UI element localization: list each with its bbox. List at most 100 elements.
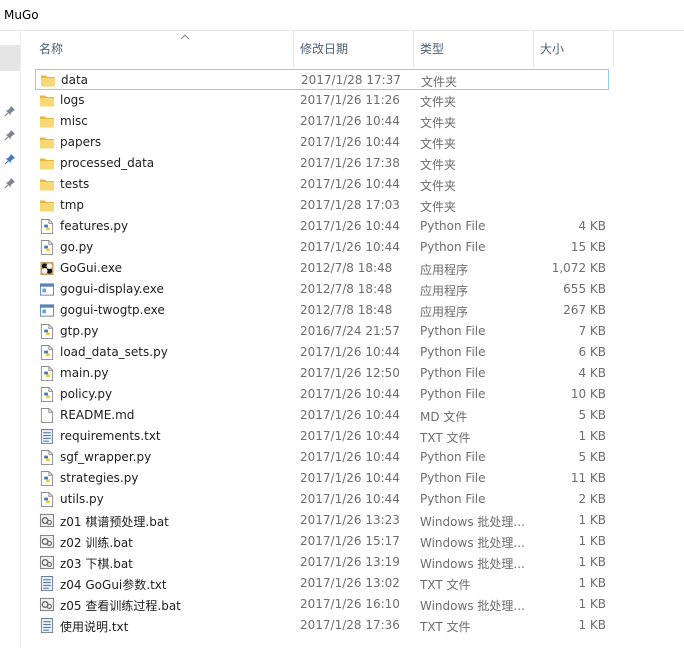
file-name: tests [60,177,90,191]
file-type: Python File [420,219,486,233]
file-row[interactable]: load_data_sets.py 2017/1/26 10:44 Python F… [35,342,609,363]
file-size: 1 KB [578,597,606,611]
file-name: logs [60,93,85,107]
column-header-type[interactable]: 类型 [414,31,534,67]
file-size: 1 KB [578,555,606,569]
file-date: 2017/1/26 10:44 [300,135,400,149]
gogui-app-icon [39,261,55,276]
file-type: Python File [420,387,486,401]
python-file-icon [39,240,55,255]
file-date: 2012/7/8 18:48 [300,303,393,317]
file-name: data [61,73,89,87]
column-header-name[interactable]: 名称 [33,31,294,67]
file-name: load_data_sets.py [60,345,168,359]
column-header-date[interactable]: 修改日期 [294,31,414,67]
file-date: 2017/1/26 10:44 [300,219,400,233]
pin-icon[interactable] [4,105,16,117]
python-file-icon [39,366,55,381]
nav-selected-item[interactable] [0,45,20,71]
pin-icon[interactable] [4,129,16,141]
file-row[interactable]: data 2017/1/28 17:37 文件夹 [35,69,609,90]
file-date: 2012/7/8 18:48 [300,261,393,275]
column-header-row: 名称 修改日期 类型 大小 [21,31,684,67]
file-name: main.py [60,366,109,380]
file-size: 11 KB [570,471,606,485]
file-size: 1 KB [578,534,606,548]
python-file-icon [39,219,55,234]
file-type: Windows 批处理... [420,536,525,550]
file-name: misc [60,114,88,128]
file-row[interactable]: 使用说明.txt 2017/1/28 17:36 TXT 文件 1 KB [35,615,609,636]
file-row[interactable]: go.py 2017/1/26 10:44 Python File 15 KB [35,237,609,258]
file-date: 2017/1/26 10:44 [300,240,400,254]
file-row[interactable]: processed_data 2017/1/26 17:38 文件夹 [35,153,609,174]
file-type: Windows 批处理... [420,599,525,613]
file-row[interactable]: papers 2017/1/26 10:44 文件夹 [35,132,609,153]
file-date: 2017/1/26 10:44 [300,408,400,422]
file-row[interactable]: z03 下棋.bat 2017/1/26 13:19 Windows 批处理... 1… [35,552,609,573]
batch-file-icon [39,555,55,570]
file-date: 2017/1/28 17:37 [301,73,401,87]
file-type: TXT 文件 [420,431,471,445]
file-size: 4 KB [578,366,606,380]
file-date: 2017/1/26 10:44 [300,492,400,506]
file-type: Python File [420,366,486,380]
file-row[interactable]: policy.py 2017/1/26 10:44 Python File 10 KB [35,384,609,405]
file-date: 2017/1/26 17:38 [300,156,400,170]
file-date: 2017/1/26 10:44 [300,429,400,443]
python-file-icon [39,345,55,360]
file-row[interactable]: main.py 2017/1/26 12:50 Python File 4 KB [35,363,609,384]
file-row[interactable]: z01 棋谱预处理.bat 2017/1/26 13:23 Windows 批处理.… [35,510,609,531]
pin-icon[interactable] [4,177,16,189]
batch-file-icon [39,534,55,549]
file-name: features.py [60,219,129,233]
file-row[interactable]: GoGui.exe 2012/7/8 18:48 应用程序 1,072 KB [35,258,609,279]
navigation-pane[interactable] [0,31,21,648]
file-row[interactable]: z05 查看训练过程.bat 2017/1/26 16:10 Windows 批处理… [35,594,609,615]
file-size: 1 KB [578,576,606,590]
file-type: 文件夹 [421,75,458,89]
python-file-icon [39,387,55,402]
file-date: 2017/1/26 10:44 [300,114,400,128]
file-date: 2017/1/26 13:23 [300,513,400,527]
file-row[interactable]: gogui-display.exe 2012/7/8 18:48 应用程序 655 K… [35,279,609,300]
file-type: TXT 文件 [420,620,471,634]
file-date: 2017/1/26 10:44 [300,177,400,191]
file-type: 文件夹 [420,116,457,130]
file-row[interactable]: utils.py 2017/1/26 10:44 Python File 2 KB [35,489,609,510]
file-size: 1 KB [578,513,606,527]
file-date: 2017/1/26 10:44 [300,450,400,464]
file-row[interactable]: strategies.py 2017/1/26 10:44 Python File 1… [35,468,609,489]
file-type: Windows 批处理... [420,515,525,529]
folder-icon [39,177,55,191]
file-row[interactable]: logs 2017/1/26 11:26 文件夹 [35,90,609,111]
file-name: tmp [60,198,85,212]
file-type: Python File [420,324,486,338]
column-header-size[interactable]: 大小 [534,31,614,67]
file-size: 5 KB [578,450,606,464]
folder-icon [40,73,56,87]
pin-icon[interactable] [4,153,16,165]
file-row[interactable]: gtp.py 2016/7/24 21:57 Python File 7 KB [35,321,609,342]
file-type: Python File [420,492,486,506]
exe-window-icon [39,303,55,317]
file-row[interactable]: z02 训练.bat 2017/1/26 15:17 Windows 批处理... 1… [35,531,609,552]
file-row[interactable]: misc 2017/1/26 10:44 文件夹 [35,111,609,132]
file-date: 2017/1/26 10:44 [300,345,400,359]
file-row[interactable]: requirements.txt 2017/1/26 10:44 TXT 文件 1 K… [35,426,609,447]
file-type: 应用程序 [420,305,469,319]
text-file-icon [39,618,55,633]
file-row[interactable]: README.md 2017/1/26 10:44 MD 文件 5 KB [35,405,609,426]
file-size: 4 KB [578,219,606,233]
batch-file-icon [39,597,55,612]
file-row[interactable]: features.py 2017/1/26 10:44 Python File 4 K… [35,216,609,237]
file-row[interactable]: gogui-twogtp.exe 2012/7/8 18:48 应用程序 267 KB [35,300,609,321]
file-name: z03 下棋.bat [60,557,133,571]
file-name: utils.py [60,492,104,506]
file-row[interactable]: z04 GoGui参数.txt 2017/1/26 13:02 TXT 文件 1 KB [35,573,609,594]
file-name: gogui-twogtp.exe [60,303,165,317]
file-row[interactable]: sgf_wrapper.py 2017/1/26 10:44 Python File… [35,447,609,468]
file-row[interactable]: tmp 2017/1/28 17:03 文件夹 [35,195,609,216]
file-row[interactable]: tests 2017/1/26 10:44 文件夹 [35,174,609,195]
file-size: 1 KB [578,429,606,443]
